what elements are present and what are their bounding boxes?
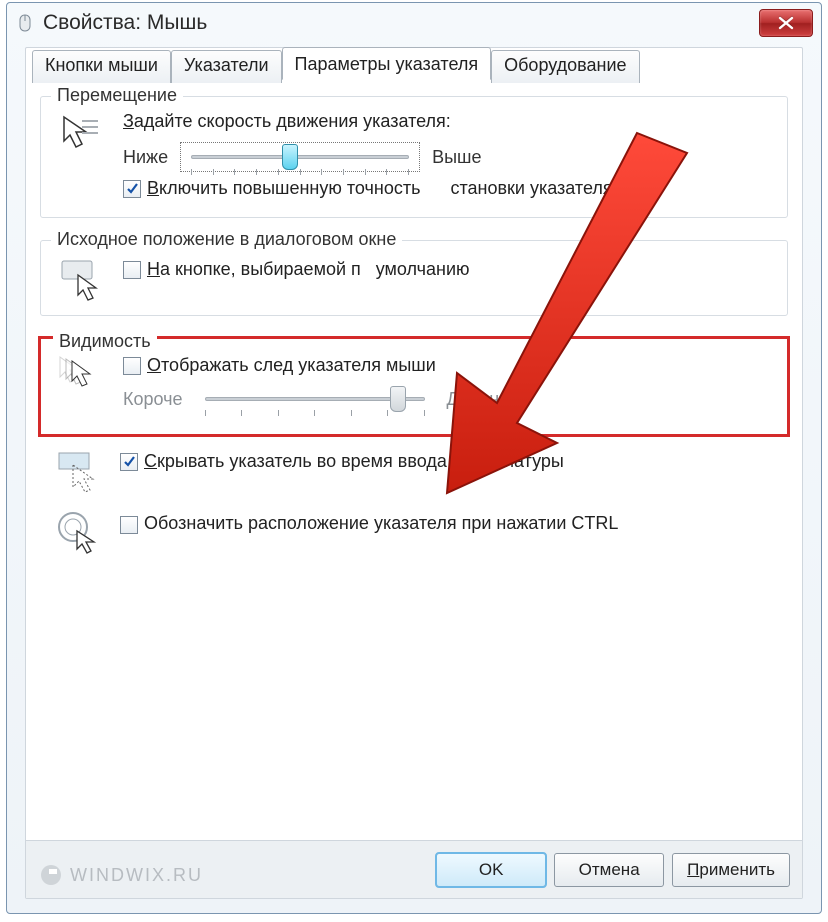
hide-typing-icon bbox=[48, 447, 108, 493]
watermark: WINDWIX.RU bbox=[40, 864, 203, 886]
trails-icon bbox=[51, 351, 111, 397]
mouse-app-icon bbox=[15, 13, 35, 33]
hide-typing-checkbox[interactable]: Скрывать указатель во время ввода с клав… bbox=[120, 451, 780, 472]
ok-button[interactable]: OK bbox=[436, 853, 546, 887]
apply-button[interactable]: Применить bbox=[672, 853, 790, 887]
checkbox-icon bbox=[123, 180, 141, 198]
trail-long-label: Длиннее bbox=[447, 389, 520, 410]
tab-buttons[interactable]: Кнопки мыши bbox=[32, 50, 171, 83]
tab-panel: Кнопки мыши Указатели Параметры указател… bbox=[25, 47, 803, 899]
checkbox-icon bbox=[123, 357, 141, 375]
speed-label: Задайте скорость движения указателя: bbox=[123, 111, 777, 132]
highlight-annotation: Видимость Отображать след указателя мыши… bbox=[38, 336, 790, 437]
tab-strip: Кнопки мыши Указатели Параметры указател… bbox=[32, 46, 796, 79]
group-snapto: Исходное положение в диалоговом окне На … bbox=[40, 240, 788, 316]
close-button[interactable] bbox=[759, 9, 813, 37]
snapto-icon bbox=[51, 255, 111, 301]
trail-slider[interactable] bbox=[195, 386, 435, 412]
ctrl-locate-checkbox[interactable]: Обозначить расположение указателя при на… bbox=[120, 513, 780, 534]
ctrl-locate-label: Обозначить расположение указателя при на… bbox=[144, 513, 618, 534]
titlebar: Свойства: Мышь bbox=[7, 3, 821, 43]
tab-pointers[interactable]: Указатели bbox=[171, 50, 282, 83]
dialog-button-row: WINDWIX.RU OK Отмена Применить bbox=[26, 840, 802, 898]
motion-icon bbox=[51, 111, 111, 157]
trail-short-label: Короче bbox=[123, 389, 183, 410]
group-snapto-legend: Исходное положение в диалоговом окне bbox=[51, 229, 402, 250]
trails-label: Отображать след указателя мыши bbox=[147, 355, 436, 376]
hide-typing-label: Скрывать указатель во время ввода с клав… bbox=[144, 451, 564, 472]
group-motion: Перемещение Задайте скорость движения ук… bbox=[40, 96, 788, 218]
checkbox-icon bbox=[123, 261, 141, 279]
speed-slow-label: Ниже bbox=[123, 147, 168, 168]
enhance-precision-label: Включить повышенную точность становки ук… bbox=[147, 178, 613, 199]
checkbox-icon bbox=[120, 453, 138, 471]
group-motion-legend: Перемещение bbox=[51, 85, 183, 106]
tab-pointer-options[interactable]: Параметры указателя bbox=[282, 47, 492, 80]
close-icon bbox=[777, 16, 795, 30]
speed-fast-label: Выше bbox=[432, 147, 481, 168]
ctrl-locate-icon bbox=[48, 509, 108, 555]
checkbox-icon bbox=[120, 516, 138, 534]
group-visibility-legend: Видимость bbox=[53, 331, 157, 352]
speed-label-text: адайте скорость движения указателя: bbox=[134, 111, 451, 131]
dialog-window: Свойства: Мышь Кнопки мыши Указатели Пар… bbox=[6, 2, 822, 914]
trails-checkbox[interactable]: Отображать след указателя мыши bbox=[123, 355, 777, 376]
enhance-precision-checkbox[interactable]: Включить повышенную точность становки ук… bbox=[123, 178, 777, 199]
snapto-label: На кнопке, выбираемой п умолчанию bbox=[147, 259, 470, 280]
cancel-button[interactable]: Отмена bbox=[554, 853, 664, 887]
window-title: Свойства: Мышь bbox=[43, 11, 751, 35]
group-visibility: Видимость Отображать след указателя мыши… bbox=[43, 341, 785, 432]
tab-hardware[interactable]: Оборудование bbox=[491, 50, 639, 83]
apply-rest: рименить bbox=[699, 860, 775, 880]
speed-slider[interactable] bbox=[180, 142, 420, 172]
snapto-checkbox[interactable]: На кнопке, выбираемой п умолчанию bbox=[123, 259, 777, 280]
